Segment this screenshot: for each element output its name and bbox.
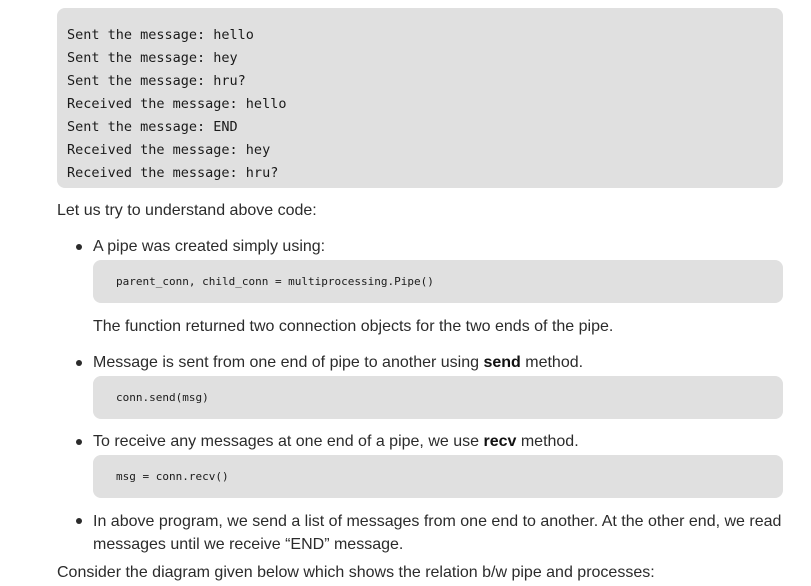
text-segment: method. [516, 433, 579, 450]
list-item-text: Message is sent from one end of pipe to … [93, 352, 583, 374]
code-snippet-send: conn.send(msg) [93, 376, 783, 419]
output-line: Sent the message: END [67, 119, 238, 135]
output-line: Received the message: hey [67, 142, 271, 158]
output-line: Received the message: hello [67, 96, 287, 112]
outro-paragraph: Consider the diagram given below which s… [57, 564, 655, 581]
output-line: Sent the message: hey [67, 50, 238, 66]
code-snippet-recv: msg = conn.recv() [93, 455, 783, 498]
keyword-recv: recv [483, 433, 517, 450]
output-line: Sent the message: hello [67, 27, 254, 43]
list-item-text: A pipe was created simply using: [93, 238, 326, 255]
bullet-dot [76, 439, 82, 445]
output-line: Received the message: hru? [67, 165, 279, 181]
list-item-text: In above program, we send a list of mess… [93, 513, 782, 553]
list-item-text: To receive any messages at one end of a … [93, 431, 579, 453]
bullet-dot [76, 244, 82, 250]
bullet-dot [76, 360, 82, 366]
text-segment: method. [520, 354, 584, 371]
intro-paragraph: Let us try to understand above code: [57, 202, 317, 219]
keyword-send: send [483, 354, 521, 371]
program-output-block: Sent the message: hello Sent the message… [57, 8, 783, 188]
code-snippet-pipe: parent_conn, child_conn = multiprocessin… [93, 260, 783, 303]
bullet-dot [76, 518, 82, 524]
text-segment: Message is sent from one end of pipe to … [93, 354, 484, 371]
output-line: Sent the message: hru? [67, 73, 246, 89]
text-segment: To receive any messages at one end of a … [93, 433, 484, 450]
list-item-note: The function returned two connection obj… [93, 318, 614, 335]
